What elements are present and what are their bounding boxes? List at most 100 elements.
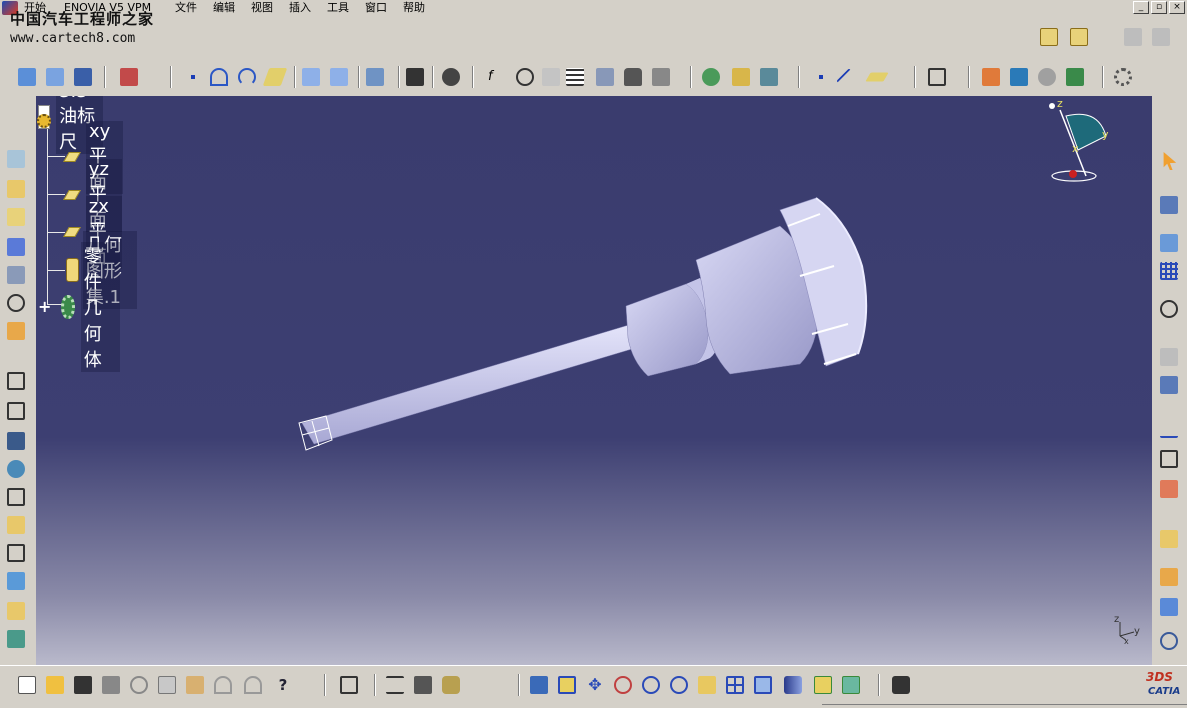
inertia-bottom-icon[interactable]	[440, 674, 462, 696]
comment-icon[interactable]	[514, 66, 536, 88]
help-icon[interactable]: ?	[272, 674, 294, 696]
scan-icon[interactable]	[338, 674, 360, 696]
paste-icon[interactable]	[184, 674, 206, 696]
camera-icon[interactable]	[890, 674, 912, 696]
geometric-set-icon[interactable]	[16, 66, 38, 88]
analysis-icon[interactable]	[1036, 66, 1058, 88]
swap-visible-icon[interactable]	[1158, 346, 1180, 368]
plane-2-icon[interactable]	[865, 66, 889, 88]
part-model[interactable]	[36, 96, 1152, 665]
revolve-icon[interactable]	[328, 66, 350, 88]
tree-hierarchy-icon[interactable]	[594, 66, 616, 88]
flag-note-icon[interactable]	[1158, 448, 1180, 470]
chain-icon[interactable]	[1158, 630, 1180, 652]
iso-view-icon[interactable]	[1158, 566, 1180, 588]
hide-show-icon[interactable]	[1158, 374, 1180, 396]
fly-mode-icon[interactable]	[528, 674, 550, 696]
menu-view[interactable]: 视图	[251, 1, 273, 15]
pocket-icon[interactable]	[5, 178, 27, 200]
iso-view-bottom-icon[interactable]	[752, 674, 774, 696]
point-icon[interactable]	[182, 66, 204, 88]
formula-icon[interactable]: f	[486, 66, 508, 88]
split-icon[interactable]	[5, 542, 27, 564]
cube-view-icon[interactable]	[1158, 528, 1180, 550]
close-button[interactable]: ×	[1169, 1, 1185, 14]
sew-surface-icon[interactable]	[5, 628, 27, 650]
extrude-icon[interactable]	[300, 66, 322, 88]
macro-icon[interactable]	[650, 66, 672, 88]
fit-all-icon[interactable]	[1158, 298, 1180, 320]
thick-surface-icon[interactable]	[5, 570, 27, 592]
cut-icon[interactable]	[128, 674, 150, 696]
inertia-icon[interactable]	[1158, 232, 1180, 254]
menu-help[interactable]: 帮助	[403, 1, 425, 15]
gear-icon[interactable]	[1112, 66, 1134, 88]
hide-show-bottom-icon[interactable]	[812, 674, 834, 696]
open-folder-icon[interactable]	[44, 674, 66, 696]
measure-item-icon[interactable]	[412, 674, 434, 696]
thread-icon[interactable]	[5, 514, 27, 536]
line-icon[interactable]	[836, 66, 862, 94]
rib-icon[interactable]	[5, 292, 27, 314]
pan-icon[interactable]: ✥	[584, 674, 606, 696]
menu-tools[interactable]: 工具	[327, 1, 349, 15]
measure-icon[interactable]	[1158, 194, 1180, 216]
fillet-icon[interactable]	[5, 370, 27, 392]
text-abc-icon[interactable]	[1158, 418, 1180, 440]
chamfer-icon[interactable]	[5, 400, 27, 422]
boolean-icon[interactable]	[404, 66, 426, 88]
slot-icon[interactable]	[5, 320, 27, 342]
swap-space-icon[interactable]	[840, 674, 862, 696]
copy-icon[interactable]	[156, 674, 178, 696]
select-arrow-icon[interactable]	[1158, 150, 1180, 172]
layers-icon[interactable]	[758, 66, 780, 88]
catalog-icon[interactable]	[118, 66, 140, 88]
point-2-icon[interactable]	[810, 66, 832, 88]
lock-icon[interactable]	[622, 66, 644, 88]
knowledge-icon[interactable]	[540, 66, 562, 88]
print-icon[interactable]	[100, 674, 122, 696]
multi-view-bottom-icon[interactable]	[724, 674, 746, 696]
3d-viewport[interactable]: 3.3 油标尺 xy 平面 yz 平面 zx 平面 几何图形集.1 +	[36, 96, 1152, 665]
multi-view-icon[interactable]	[44, 66, 66, 88]
new-file-icon[interactable]	[16, 674, 38, 696]
spline-icon[interactable]	[208, 66, 230, 88]
measure-between-icon[interactable]	[384, 674, 406, 696]
menu-edit[interactable]: 编辑	[213, 1, 235, 15]
menu-insert[interactable]: 插入	[289, 1, 311, 15]
plane-tool-icon[interactable]	[262, 66, 288, 88]
redo-icon[interactable]	[242, 674, 264, 696]
circle-arc-icon[interactable]	[236, 66, 258, 88]
design-table-icon[interactable]	[564, 66, 586, 88]
sketch-icon[interactable]	[926, 66, 948, 88]
shaft-icon[interactable]	[5, 206, 27, 228]
shell-icon[interactable]	[5, 458, 27, 480]
shape-design-icon[interactable]	[980, 66, 1002, 88]
zoom-out-icon[interactable]	[668, 674, 690, 696]
shading-icon[interactable]	[782, 674, 804, 696]
tree-item-part-body[interactable]: + 零件几何体	[38, 242, 120, 372]
menu-window[interactable]: 窗口	[365, 1, 387, 15]
draft-icon[interactable]	[5, 430, 27, 452]
compass-widget[interactable]: z y x	[1046, 98, 1116, 188]
expand-plus-icon[interactable]: +	[38, 299, 51, 315]
thickness-icon[interactable]	[5, 486, 27, 508]
menu-file[interactable]: 文件	[175, 1, 197, 15]
multi-cube-icon[interactable]	[1158, 596, 1180, 618]
map-icon[interactable]	[730, 66, 752, 88]
annotation-icon[interactable]	[1158, 478, 1180, 500]
hole-icon[interactable]	[5, 264, 27, 286]
normal-view-icon[interactable]	[696, 674, 718, 696]
constraint-icon[interactable]	[440, 66, 462, 88]
groove-icon[interactable]	[5, 236, 27, 258]
surface-icon[interactable]	[1008, 66, 1030, 88]
fit-all-in-icon[interactable]	[556, 674, 578, 696]
rotate-icon[interactable]	[612, 674, 634, 696]
pad-icon[interactable]	[5, 148, 27, 170]
material-icon[interactable]	[1064, 66, 1086, 88]
sketch-plane-icon[interactable]	[1038, 26, 1060, 48]
save-icon[interactable]	[72, 674, 94, 696]
undo-icon[interactable]	[212, 674, 234, 696]
close-surface-icon[interactable]	[5, 600, 27, 622]
restore-button[interactable]: ▫	[1151, 1, 1167, 14]
